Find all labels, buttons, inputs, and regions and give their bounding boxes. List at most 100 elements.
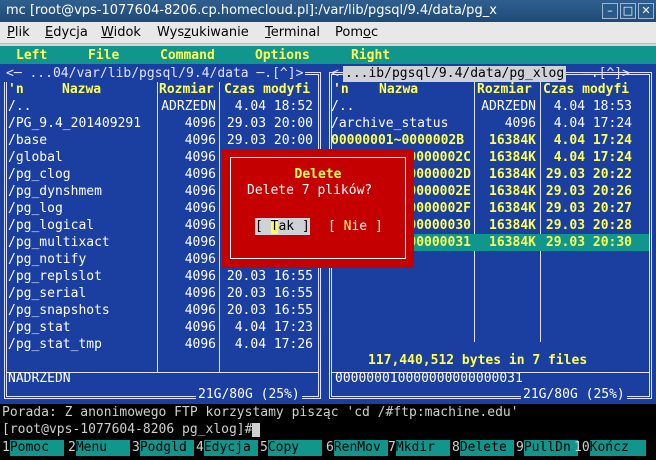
file-time: 29.03 20:22 [545,167,632,182]
menu-wyszukiwanie[interactable]: Wyszukiwanie [157,25,249,40]
file-name: /pg_stat_tmp [8,337,102,352]
fkey-pomoc[interactable]: 1Pomoc [2,440,64,456]
fkey-delete[interactable]: 8Delete [452,440,514,456]
file-time: 20.03 16:55 [226,269,313,284]
file-name: /pg_notify [8,252,87,267]
menu-edycja[interactable]: Edycja [45,25,88,40]
fkey-label: Kończ [589,440,646,456]
menu-pomoc[interactable]: Pomoc [335,25,378,40]
left-disk-usage: 21G/80G (25%) [196,386,302,403]
mc-menu-left[interactable]: Left [16,48,47,63]
file-name: 00000001~0000002B [331,133,465,148]
file-name: /PG_9.4_201409291 [8,116,142,131]
file-time: 29.03 20:00 [226,116,313,131]
menu-terminal[interactable]: Terminal [265,25,320,40]
file-name: /.. [8,99,32,114]
menu-plik[interactable]: Plik [7,25,30,40]
fkey-number: 1 [2,440,10,455]
file-size: 16384K [489,218,536,233]
right-path-suffix[interactable]: ─.[^]> [581,66,632,82]
maximize-button[interactable]: □ [620,3,636,19]
shell-prompt[interactable]: [root@vps-1077604-8206 pg_xlog]# [0,421,656,438]
right-col-time[interactable]: Czas modyfi [543,81,629,98]
file-size: 16384K [489,235,536,250]
file-time: 4.04 17:26 [234,337,313,352]
file-size: 4096 [184,184,216,199]
mc-menu-command[interactable]: Command [160,48,215,63]
left-status: NADRZEDN [8,371,71,386]
right-selection-summary: 117,440,512 bytes in 7 files [365,352,591,369]
left-col-time[interactable]: Czas modyfi [224,81,310,98]
file-time: 29.03 20:00 [226,133,313,148]
file-time: 29.03 20:26 [545,184,632,199]
file-size: 16384K [489,184,536,199]
file-size: 4096 [184,269,216,284]
minimize-button[interactable]: – [602,3,618,19]
hint-line: Porada: Z anonimowego FTP korzystamy pis… [0,404,656,421]
file-time: 29.03 20:27 [545,201,632,216]
right-panel-path[interactable]: ...ib/pgsql/9.4/data/pg_xlog [343,66,567,82]
left-col-n[interactable]: 'n [8,81,24,98]
fkey-mkdir[interactable]: 7Mkdir [388,440,450,456]
mc-menu-options[interactable]: Options [255,48,310,63]
file-size: 4096 [184,286,216,301]
menu-widok[interactable]: Widok [101,25,141,40]
fkey-number: 9 [516,440,524,455]
fkey-copy[interactable]: 5Copy [260,440,322,456]
right-col-separator-1 [474,78,475,342]
mc-menu-right[interactable]: Right [351,48,390,63]
file-name: /archive_status [331,116,449,131]
left-col-separator-2 [219,78,220,372]
menu-accelerator: z [184,25,191,40]
left-col-name[interactable]: Nazwa [62,81,101,98]
fkey-renmov[interactable]: 6RenMov [326,440,388,456]
file-name: /pg_replslot [8,269,102,284]
dialog-title-wrap: Delete [222,167,414,182]
file-time: 20.03 16:55 [226,303,313,318]
fkey-number: 6 [326,440,334,455]
close-button[interactable]: ✕ [638,3,654,19]
left-panel-path[interactable]: <─ ...04/var/lib/pgsql/9.4/data ─.[^]> [4,66,306,82]
file-name: /pg_stat [8,320,71,335]
file-time: 4.04 17:23 [234,320,313,335]
yes-button[interactable]: [ Tak ] [255,218,310,235]
file-time: 4.04 17:24 [553,116,632,131]
right-col-size[interactable]: Rozmiar [477,81,532,98]
file-time: 4.04 17:24 [553,150,632,165]
fkey-label: Copy [267,440,322,456]
file-name: /pg_serial [8,286,87,301]
right-col-n[interactable]: 'n [333,81,349,98]
no-button-label: ie ] [351,219,383,234]
file-size: 4096 [184,303,216,318]
no-button[interactable]: [ Nie ] [328,218,383,235]
fkey-number: 4 [196,440,204,455]
left-col-size[interactable]: Rozmiar [159,81,214,98]
fkey-edycja[interactable]: 4Edycja [196,440,258,456]
fkey-pulldn[interactable]: 9PullDn [516,440,578,456]
menu-accelerator: T [265,25,271,40]
file-size: 4096 [184,116,216,131]
fkey-number: 8 [452,440,460,455]
fkey-label: RenMov [333,440,388,456]
fkey-podgld[interactable]: 3Podgld [132,440,194,456]
yes-button-bracket: [ [255,219,271,234]
right-col-name[interactable]: Nazwa [379,81,418,98]
fkey-label: Menu [75,440,130,456]
file-time: 4.04 17:24 [553,133,632,148]
file-name: /pg_multixact [8,235,110,250]
right-status: 000000010000000000000031 [335,371,523,386]
yes-button-label: ak ] [278,219,310,234]
dialog-title: Delete [290,167,346,182]
dialog-message: Delete 7 plików? [247,183,373,198]
mc-menu-file[interactable]: File [88,48,119,63]
terminal-menubar: Plik Edycja Widok Wyszukiwanie Terminal … [0,22,656,44]
fkey-number: 7 [388,440,396,455]
text-cursor [252,422,261,437]
fkey-menu[interactable]: 2Menu [68,440,130,456]
file-size: 16384K [489,201,536,216]
file-size: 4096 [184,337,216,352]
window-titlebar: mc [root@vps-1077604-8206.cp.homecloud.p… [0,0,656,22]
file-size: 16384K [489,150,536,165]
file-size: 16384K [489,167,536,182]
fkey-kończ[interactable]: 10Kończ [574,440,646,456]
